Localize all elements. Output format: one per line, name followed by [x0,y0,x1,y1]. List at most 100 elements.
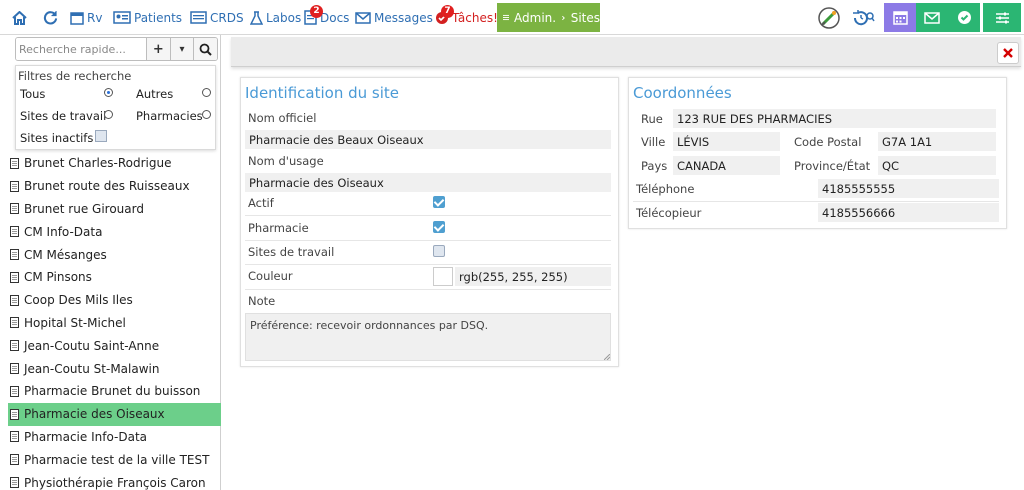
building-icon [10,363,19,375]
calendar-grid-icon [892,11,908,25]
nav-rv-label: Rv [87,10,103,25]
nav-labos[interactable]: Labos [250,0,301,35]
filter-pharmacies-radio[interactable] [202,110,211,119]
top-navbar: Rv Patients CRDS Labos Docs 2 Messages T… [0,0,1024,35]
filter-autres-radio[interactable] [202,88,211,97]
site-list-item[interactable]: Pharmacie Info-Data [8,426,221,449]
site-list-item-label: Pharmacie des Oiseaux [24,407,165,422]
site-list-item-label: Jean-Coutu St-Malawin [24,361,160,376]
nom-usage-label: Nom d'usage [248,154,324,168]
note-label: Note [248,294,276,308]
identification-title: Identification du site [245,84,400,102]
sliders-icon [995,12,1009,23]
quick-search-group: + ▾ [15,37,218,61]
nav-patients-label: Patients [134,10,183,25]
refresh-button[interactable] [43,0,58,35]
building-icon [10,294,19,306]
site-list-item[interactable]: Coop Des Mils Iles [8,289,221,312]
rue-label: Rue [641,112,663,126]
site-list-item[interactable]: Hopital St-Michel [8,312,221,335]
nav-rv[interactable]: Rv [70,0,102,35]
building-icon [10,203,19,215]
couleur-field[interactable]: rgb(255, 255, 255) [455,267,611,286]
note-textarea[interactable]: Préférence: recevoir ordonnances par DSQ… [245,313,611,361]
color-picker-swatch[interactable] [433,267,453,286]
code-postal-field[interactable]: G7A 1A1 [878,132,996,151]
close-icon [1003,48,1013,58]
filter-sites-inactifs-label: Sites inactifs [20,131,94,145]
rue-field[interactable]: 123 RUE DES PHARMACIES [673,109,996,128]
building-icon [10,477,19,489]
site-list-item[interactable]: Jean-Coutu Saint-Anne [8,334,221,357]
filter-sites-travail-radio[interactable] [104,110,113,119]
building-icon [10,454,19,466]
nav-messages-label: Messages [374,10,433,25]
search-filters: Filtres de recherche Tous Autres Sites d… [15,65,216,150]
check-button[interactable] [948,3,980,32]
site-list-item-label: Pharmacie Brunet du buisson [24,384,201,399]
nav-crds-label: CRDS [210,10,244,25]
site-list-item-label: Jean-Coutu Saint-Anne [24,338,160,353]
mail-button[interactable] [916,3,948,32]
site-list-item[interactable]: Brunet rue Girouard [8,198,221,221]
site-list-item[interactable]: CM Pinsons [8,266,221,289]
actif-checkbox[interactable] [433,196,445,208]
telephone-label: Téléphone [636,182,695,196]
site-list-item[interactable]: Jean-Coutu St-Malawin [8,357,221,380]
quick-search-input[interactable] [16,38,146,60]
telecopieur-label: Télécopieur [636,206,702,220]
province-field[interactable]: QC [878,156,996,175]
calendar-button[interactable] [884,3,916,32]
home-button[interactable] [12,0,27,35]
id-card-icon [113,11,131,24]
site-list: Brunet Charles-Rodrigue Brunet route des … [8,152,221,490]
flask-icon [250,10,263,25]
admin-breadcrumb[interactable]: Admin. Sites [497,3,600,32]
syringe-status-button[interactable] [813,3,845,32]
nav-taches[interactable]: Tâches! 7 [435,0,498,35]
building-icon [10,385,19,397]
history-search-button[interactable] [847,3,879,32]
site-list-item[interactable]: Pharmacie test de la ville TEST [8,448,221,471]
close-button[interactable] [997,42,1019,64]
telecopieur-field[interactable]: 4185556666 [818,203,999,222]
filter-tous-radio[interactable] [104,88,113,97]
site-list-item[interactable]: Physiothérapie François Caron [8,471,221,490]
nom-officiel-field[interactable]: Pharmacie des Beaux Oiseaux [245,130,611,149]
calendar-icon [70,11,84,25]
telephone-field[interactable]: 4185555555 [818,179,999,198]
home-icon [12,10,27,25]
site-list-item-label: CM Info-Data [24,224,103,239]
ville-field[interactable]: LÉVIS [673,132,780,151]
site-list-item-label: CM Mésanges [24,247,107,262]
sites-travail-checkbox[interactable] [433,245,445,257]
search-options-dropdown[interactable]: ▾ [169,38,194,60]
site-list-item[interactable]: Brunet Charles-Rodrigue [8,152,221,175]
filter-sites-inactifs-checkbox[interactable] [95,130,107,142]
nav-docs-label: Docs [320,10,350,25]
site-list-item[interactable]: Pharmacie Brunet du buisson [8,380,221,403]
filters-title: Filtres de recherche [18,69,132,83]
divider [245,289,611,290]
search-button[interactable] [193,38,217,60]
nom-usage-field[interactable]: Pharmacie des Oiseaux [245,173,611,192]
nav-patients[interactable]: Patients [113,0,182,35]
province-label: Province/État [794,159,871,173]
pays-field[interactable]: CANADA [673,156,780,175]
add-site-button[interactable]: + [146,38,170,60]
couleur-label: Couleur [248,269,293,283]
ville-label: Ville [641,135,666,149]
site-list-item[interactable]: CM Info-Data [8,220,221,243]
nav-messages[interactable]: Messages [355,0,433,35]
site-list-item[interactable]: CM Mésanges [8,243,221,266]
docs-count-badge: 2 [310,5,323,18]
mail-icon [924,11,940,24]
nav-crds[interactable]: CRDS [190,0,244,35]
site-list-item[interactable]: Brunet route des Ruisseaux [8,175,221,198]
nav-docs[interactable]: Docs 2 [304,0,349,35]
pharmacie-checkbox[interactable] [433,221,445,233]
settings-button[interactable] [983,3,1021,32]
refresh-icon [43,10,58,25]
divider [245,240,611,241]
site-list-item[interactable]: Pharmacie des Oiseaux [8,402,221,426]
